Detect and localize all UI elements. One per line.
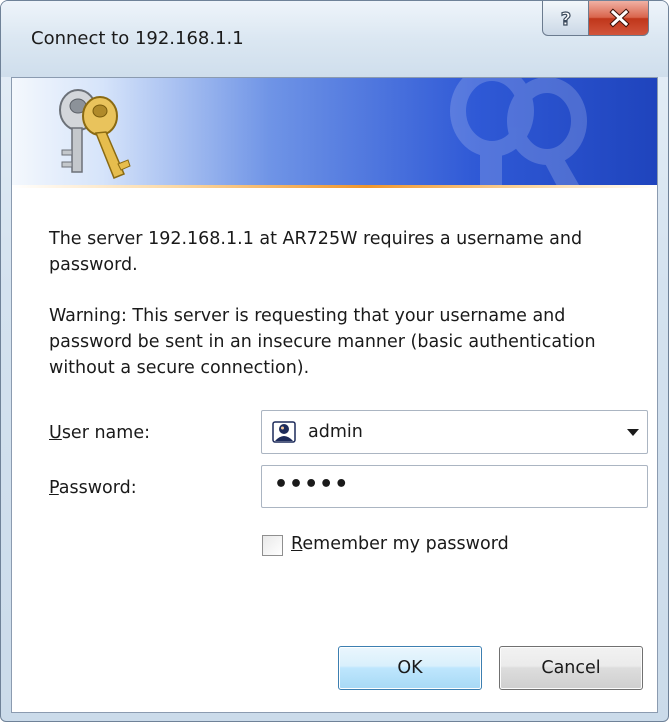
banner bbox=[12, 78, 657, 185]
dialog-body: The server 192.168.1.1 at AR725W require… bbox=[11, 77, 658, 713]
close-button[interactable] bbox=[588, 1, 649, 36]
chevron-down-icon[interactable] bbox=[627, 429, 639, 437]
username-label-accelerator: U bbox=[49, 423, 62, 443]
svg-text:?: ? bbox=[561, 9, 571, 30]
password-value: ••••• bbox=[274, 472, 350, 497]
ok-button[interactable]: OK bbox=[338, 646, 482, 690]
username-label-text: ser name: bbox=[61, 423, 150, 443]
remember-password-label[interactable]: Remember my password bbox=[291, 534, 509, 554]
username-combobox[interactable]: admin bbox=[261, 410, 648, 454]
server-message: The server 192.168.1.1 at AR725W require… bbox=[49, 229, 583, 275]
password-label-accelerator: P bbox=[49, 478, 59, 498]
keys-icon bbox=[59, 89, 131, 179]
username-label: User name: bbox=[49, 423, 150, 443]
banner-accent-line bbox=[12, 185, 657, 188]
help-button[interactable]: ? bbox=[542, 1, 589, 36]
password-field[interactable]: ••••• bbox=[261, 465, 648, 508]
title-bar[interactable]: Connect to 192.168.1.1 ? bbox=[1, 1, 668, 77]
remember-label-accelerator: R bbox=[291, 534, 303, 554]
remember-label-text: emember my password bbox=[302, 534, 509, 554]
window-title: Connect to 192.168.1.1 bbox=[31, 28, 244, 49]
cancel-button[interactable]: Cancel bbox=[499, 646, 643, 690]
keys-watermark-icon bbox=[450, 78, 587, 185]
remember-password-checkbox[interactable] bbox=[262, 535, 283, 556]
user-icon bbox=[272, 421, 296, 443]
password-label: Password: bbox=[49, 478, 137, 498]
username-value: admin bbox=[308, 422, 363, 442]
dialog-window: Connect to 192.168.1.1 ? The server 192.… bbox=[0, 0, 669, 722]
warning-message: Warning: This server is requesting that … bbox=[49, 306, 596, 378]
password-label-text: assword: bbox=[58, 478, 137, 498]
close-icon bbox=[609, 8, 630, 28]
help-icon: ? bbox=[560, 8, 572, 30]
